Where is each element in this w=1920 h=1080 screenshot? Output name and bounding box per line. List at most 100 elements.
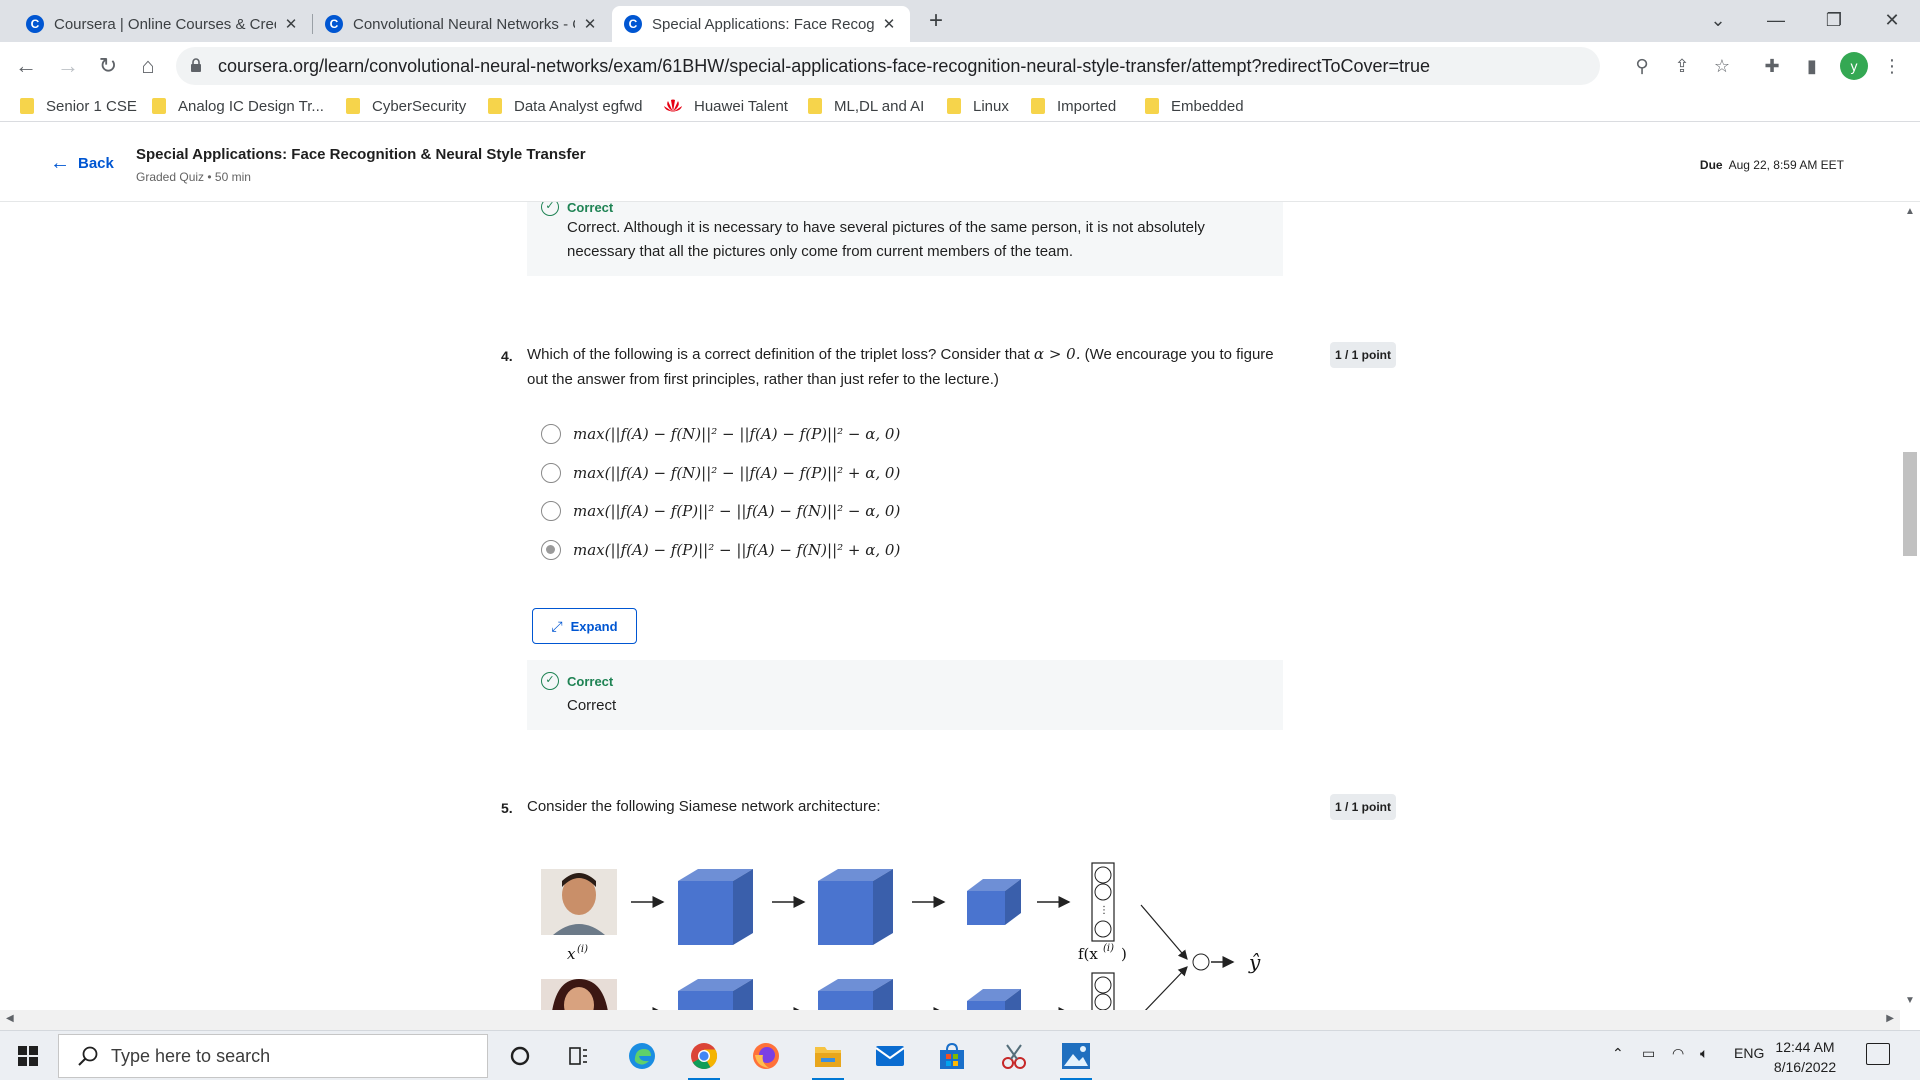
cortana-icon[interactable] [502, 1039, 538, 1073]
snipping-tool-icon[interactable] [996, 1039, 1032, 1073]
bookmark-item[interactable]: Embedded [1145, 96, 1244, 116]
option-formula: max(||f(A) − f(P)||² − ||f(A) − f(N)||² … [573, 541, 901, 559]
zoom-icon[interactable]: ⚲ [1630, 55, 1654, 77]
expand-button[interactable]: ⤢ Expand [532, 608, 637, 644]
file-explorer-icon[interactable] [810, 1039, 846, 1080]
minimize-button[interactable]: — [1754, 4, 1798, 36]
tab-convolutional-neural-networks[interactable]: C Convolutional Neural Networks - Course… [313, 6, 611, 42]
windows-taskbar: Type here to search ⌃ ▭ ◠ 🔈︎ ENG 12:44 A… [0, 1030, 1920, 1080]
bookmark-item[interactable]: Data Analyst egfwd [488, 96, 642, 116]
tab-special-applications[interactable]: C Special Applications: Face Recognition… [612, 6, 910, 42]
answer-option[interactable]: max(||f(A) − f(N)||² − ||f(A) − f(P)||² … [541, 419, 900, 449]
folder-icon [947, 98, 961, 114]
q4-feedback-text: Correct [567, 697, 617, 714]
side-panel-icon[interactable]: ▮ [1796, 50, 1828, 82]
radio-button[interactable] [541, 424, 561, 444]
bookmark-star-icon[interactable]: ☆ [1710, 55, 1734, 77]
radio-button-selected[interactable] [541, 540, 561, 560]
answer-option[interactable]: max(||f(A) − f(N)||² − ||f(A) − f(P)||² … [541, 458, 900, 488]
battery-icon[interactable]: ▭ [1642, 1045, 1655, 1062]
combine-line [1144, 966, 1188, 1010]
bookmarks-bar: Senior 1 CSE Analog IC Design Tr... Cybe… [0, 90, 1920, 122]
firefox-icon[interactable] [748, 1039, 784, 1073]
home-icon[interactable]: ⌂ [132, 50, 164, 82]
mail-icon[interactable] [872, 1039, 908, 1073]
close-window-button[interactable]: ✕ [1870, 4, 1914, 36]
close-icon[interactable]: ✕ [282, 15, 300, 33]
bookmark-item[interactable]: Huawei Talent [662, 96, 788, 116]
tab-title: Special Applications: Face Recognition [652, 15, 874, 33]
due-value: Aug 22, 8:59 AM EET [1728, 158, 1844, 172]
photos-icon[interactable] [1058, 1039, 1094, 1080]
q4-feedback-box: ✓ Correct Correct [527, 660, 1283, 730]
expand-label: Expand [570, 618, 618, 634]
conv-layer-cube [678, 869, 753, 945]
extensions-icon[interactable]: ✚ [1756, 50, 1788, 82]
menu-kebab-icon[interactable]: ⋮ [1876, 50, 1908, 82]
scroll-up-icon[interactable]: ▲ [1905, 206, 1915, 217]
wifi-icon[interactable]: ◠ [1672, 1045, 1684, 1062]
expand-arrows-icon: ⤢ [551, 617, 563, 634]
back-button[interactable]: ← Back [50, 152, 114, 175]
restore-button[interactable]: ❐ [1812, 4, 1856, 36]
profile-avatar[interactable]: y [1840, 52, 1868, 80]
answer-option[interactable]: max(||f(A) − f(P)||² − ||f(A) − f(N)||² … [541, 496, 900, 526]
windows-start-icon[interactable] [18, 1046, 38, 1066]
quiz-header: ← Back Special Applications: Face Recogn… [0, 122, 1920, 202]
volume-icon[interactable]: 🔈︎ [1700, 1045, 1708, 1062]
close-icon[interactable]: ✕ [581, 15, 599, 33]
vertical-scrollbar[interactable]: ▲ ▼ [1900, 202, 1920, 1010]
bookmark-item[interactable]: Senior 1 CSE [20, 96, 137, 116]
scroll-down-icon[interactable]: ▼ [1905, 995, 1915, 1006]
radio-button[interactable] [541, 463, 561, 483]
share-icon[interactable]: ⇪ [1670, 55, 1694, 77]
face-photo-male [541, 869, 617, 935]
close-icon[interactable]: ✕ [880, 15, 898, 33]
conv-layer-cube [818, 979, 893, 1010]
radio-button[interactable] [541, 501, 561, 521]
conv-layer-cube [967, 879, 1021, 925]
search-icon [78, 1046, 98, 1066]
q3-feedback-box: ✓ Correct Correct. Although it is necess… [527, 202, 1283, 276]
check-circle-icon: ✓ [541, 672, 559, 690]
bookmark-item[interactable]: Linux [947, 96, 1009, 116]
folder-icon [346, 98, 360, 114]
bookmark-label: ML,DL and AI [834, 97, 925, 115]
folder-icon [808, 98, 822, 114]
answer-option-selected[interactable]: max(||f(A) − f(P)||² − ||f(A) − f(N)||² … [541, 535, 900, 565]
show-hidden-icons-chevron-icon[interactable]: ⌃ [1612, 1045, 1624, 1062]
system-clock[interactable]: 12:44 AM 8/16/2022 [1760, 1037, 1850, 1077]
encoding-label: f(x [1078, 945, 1098, 963]
bookmark-item[interactable]: CyberSecurity [346, 96, 466, 116]
bookmark-item[interactable]: Imported [1031, 96, 1116, 116]
new-tab-button[interactable]: + [922, 8, 950, 36]
back-arrow-icon[interactable]: ← [10, 50, 42, 82]
question-text: Consider the following Siamese network a… [527, 798, 881, 815]
conv-layer-cube [678, 979, 753, 1010]
chrome-browser-icon[interactable] [686, 1039, 722, 1080]
scroll-right-icon[interactable]: ▶ [1886, 1013, 1894, 1024]
microsoft-store-icon[interactable] [934, 1039, 970, 1073]
tab-coursera-home[interactable]: C Coursera | Online Courses & Credential… [14, 6, 312, 42]
taskbar-search-input[interactable]: Type here to search [58, 1034, 488, 1078]
bookmark-item[interactable]: ML,DL and AI [808, 96, 924, 116]
scroll-left-icon[interactable]: ◀ [6, 1013, 14, 1024]
tab-search-chevron-icon[interactable]: ⌄ [1696, 4, 1740, 36]
address-bar[interactable]: coursera.org/learn/convolutional-neural-… [176, 47, 1730, 85]
bookmark-label: CyberSecurity [372, 97, 467, 115]
output-neuron [1192, 953, 1210, 971]
edge-browser-icon[interactable] [624, 1039, 660, 1073]
points-badge: 1 / 1 point [1330, 794, 1396, 820]
svg-text:⋮: ⋮ [1099, 905, 1109, 916]
back-arrow-icon: ← [50, 152, 70, 174]
notification-center-icon[interactable] [1866, 1043, 1890, 1065]
bookmark-label: Analog IC Design Tr... [178, 97, 324, 115]
reload-icon[interactable]: ↻ [92, 50, 124, 82]
scrollbar-thumb[interactable] [1903, 452, 1917, 556]
encoding-vector [1091, 972, 1115, 1010]
bookmark-item[interactable]: Analog IC Design Tr... [152, 96, 324, 116]
task-view-icon[interactable] [560, 1039, 596, 1073]
forward-arrow-icon[interactable]: → [52, 50, 84, 82]
folder-icon [1145, 98, 1159, 114]
horizontal-scrollbar[interactable]: ◀ ▶ [0, 1010, 1900, 1030]
